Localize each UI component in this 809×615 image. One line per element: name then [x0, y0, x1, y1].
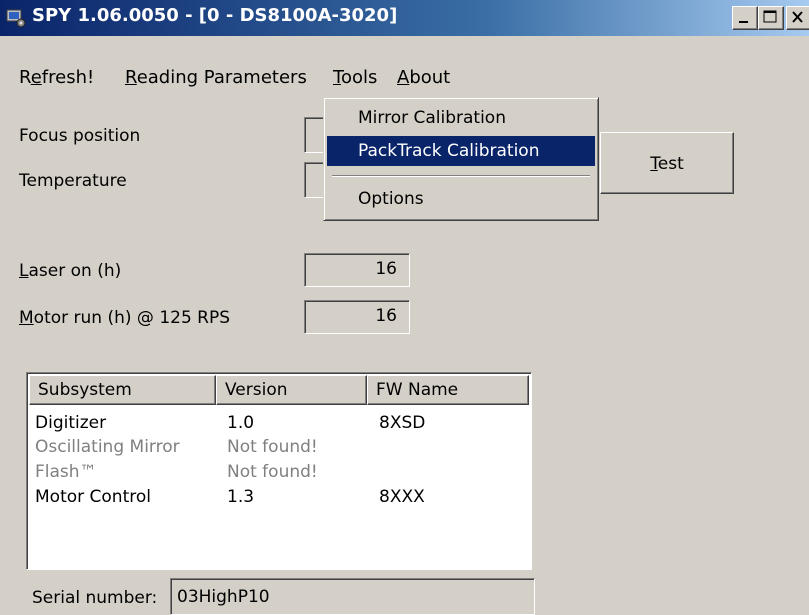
motor-run-label: Motor run (h) @ 125 RPS: [19, 308, 231, 328]
tools-dropdown-menu: Mirror Calibration PackTrack Calibration…: [323, 97, 599, 221]
column-header-subsystem[interactable]: Subsystem: [29, 375, 216, 405]
subsystem-list[interactable]: Subsystem Version FW Name Digitizer 1.0 …: [26, 372, 532, 570]
test-button[interactable]: Test: [600, 132, 734, 194]
laser-on-label: Laser on (h): [19, 261, 122, 281]
close-icon: [792, 11, 803, 23]
subsystem-fw-name: 8XSD: [379, 413, 426, 433]
menu-item-packtrack-calibration[interactable]: PackTrack Calibration: [327, 136, 595, 166]
serial-number-label: Serial number:: [32, 588, 158, 608]
temperature-label: Temperature: [19, 171, 127, 191]
serial-number-field: 03HighP10: [170, 578, 535, 615]
menu-item-options[interactable]: Options: [327, 184, 595, 214]
subsystem-version: 1.3: [227, 487, 255, 507]
subsystem-fw-name: 8XXX: [379, 487, 425, 507]
maximize-icon: [763, 10, 777, 23]
column-header-fw-name[interactable]: FW Name: [367, 375, 529, 405]
menu-tools[interactable]: Tools: [333, 67, 377, 88]
subsystem-name[interactable]: Digitizer: [35, 413, 106, 433]
menu-separator: [332, 175, 590, 177]
maximize-button[interactable]: [758, 6, 784, 30]
subsystem-name[interactable]: Motor Control: [35, 487, 151, 507]
subsystem-name[interactable]: Oscillating Mirror: [35, 437, 180, 457]
menu-item-mirror-calibration[interactable]: Mirror Calibration: [327, 103, 595, 133]
menu-reading-parameters[interactable]: Reading Parameters: [125, 67, 307, 88]
motor-run-value: 16: [304, 300, 410, 334]
menu-about[interactable]: About: [397, 67, 450, 88]
subsystem-version: 1.0: [227, 413, 255, 433]
column-header-version[interactable]: Version: [216, 375, 367, 405]
serial-number-value: 03HighP10: [177, 587, 270, 607]
menu-refresh[interactable]: Refresh!: [19, 67, 94, 88]
laser-on-value: 16: [304, 253, 410, 287]
subsystem-version: Not found!: [227, 462, 318, 482]
window-title: SPY 1.06.0050 - [0 - DS8100A-3020]: [32, 5, 398, 26]
spy-app-icon[interactable]: [6, 8, 26, 28]
subsystem-version: Not found!: [227, 437, 318, 457]
minimize-button[interactable]: [732, 6, 758, 30]
minimize-icon: [739, 21, 748, 23]
subsystem-name[interactable]: Flash™: [35, 462, 97, 482]
close-button[interactable]: [786, 6, 809, 30]
test-button-label: Test: [650, 154, 684, 174]
focus-position-label: Focus position: [19, 126, 141, 146]
